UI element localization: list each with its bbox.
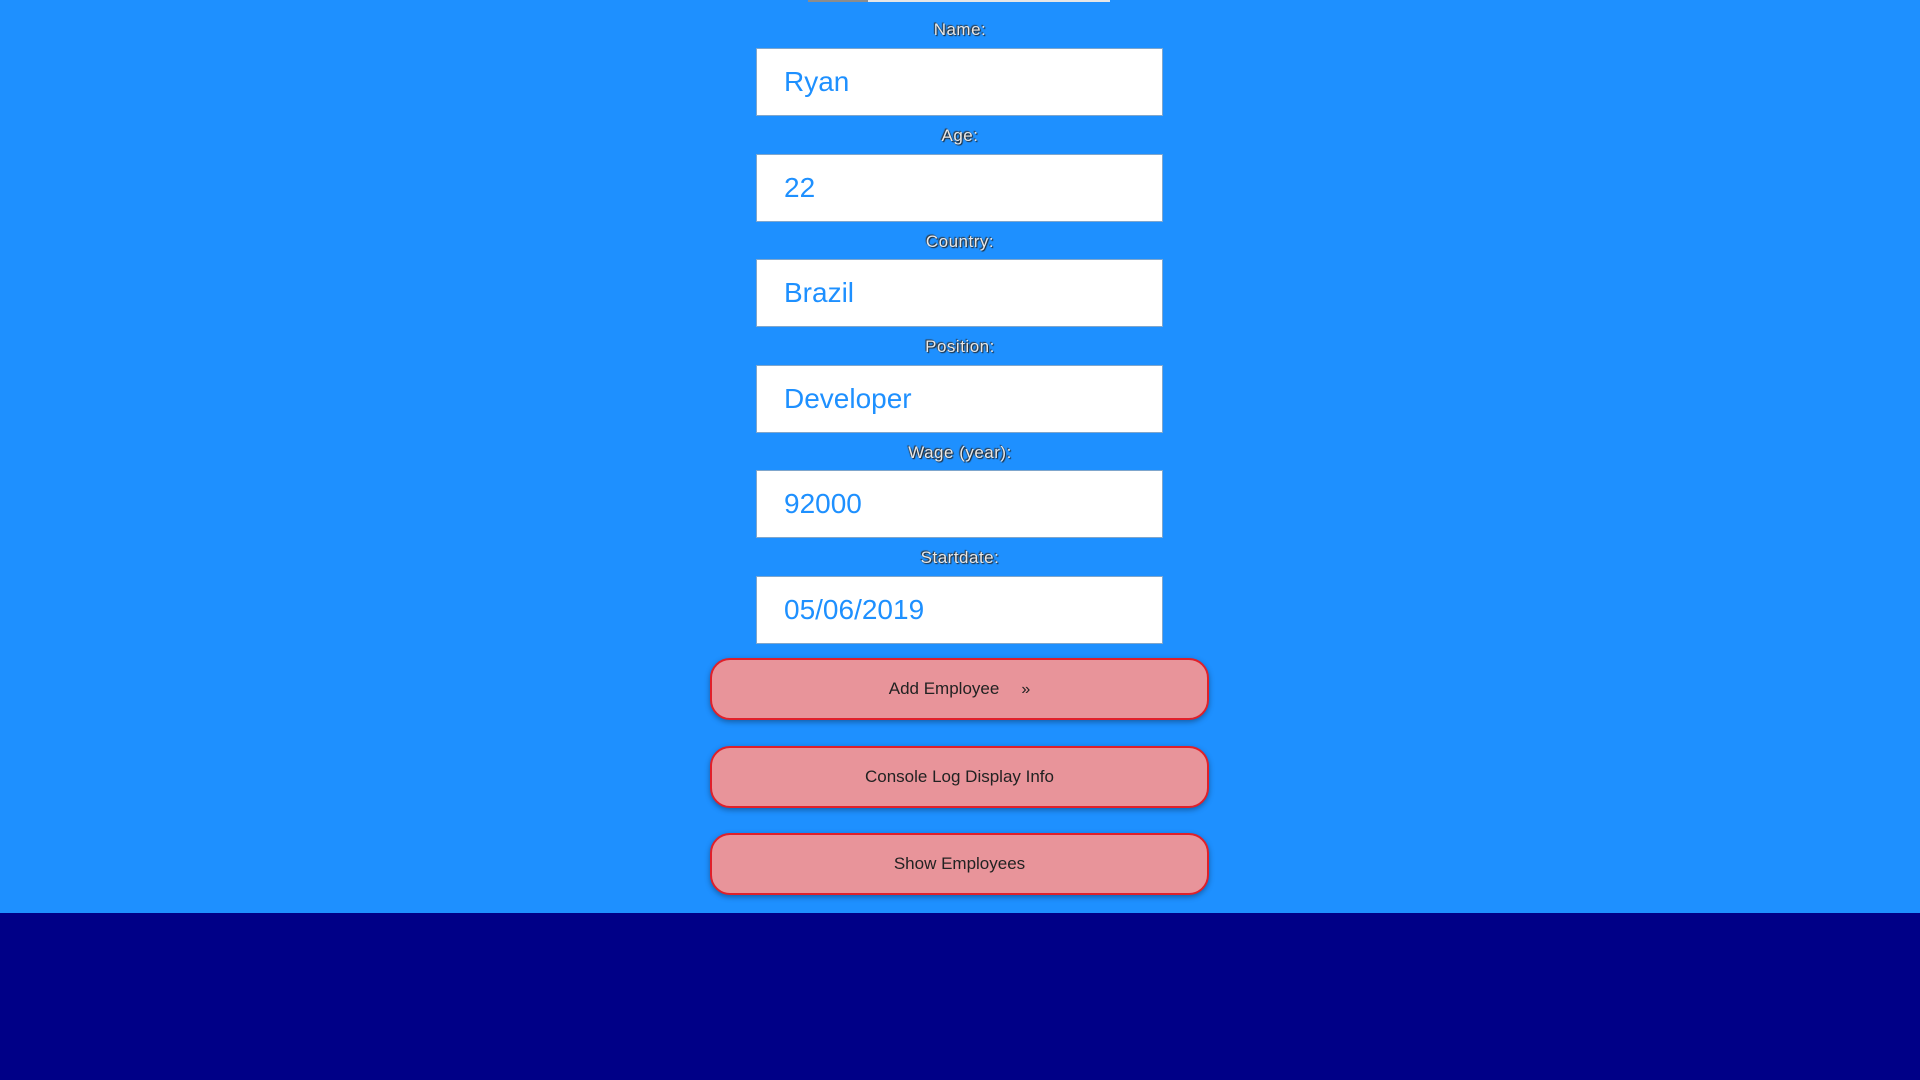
chevron-right-icon: » — [1021, 681, 1031, 698]
console-log-button[interactable]: Console Log Display Info — [710, 746, 1209, 808]
add-employee-label: Add Employee — [888, 679, 1000, 698]
add-employee-button[interactable]: Add Employee » — [710, 658, 1209, 720]
top-scroll-thumb — [808, 0, 868, 2]
name-label: Name: — [933, 20, 987, 39]
console-log-label: Console Log Display Info — [864, 767, 1054, 786]
wage-input[interactable] — [756, 470, 1163, 538]
startdate-input[interactable] — [756, 576, 1163, 644]
age-label: Age: — [941, 126, 979, 145]
show-employees-label: Show Employees — [893, 854, 1026, 873]
country-input[interactable] — [756, 259, 1163, 327]
wage-label: Wage (year): — [908, 443, 1012, 462]
age-input[interactable] — [756, 154, 1163, 222]
name-input[interactable] — [756, 48, 1163, 116]
position-label: Position: — [925, 337, 995, 356]
startdate-label: Startdate: — [920, 548, 1000, 567]
country-label: Country: — [925, 232, 995, 251]
show-employees-button[interactable]: Show Employees — [710, 833, 1209, 895]
top-scroll-strip — [808, 0, 1110, 2]
position-input[interactable] — [756, 365, 1163, 433]
